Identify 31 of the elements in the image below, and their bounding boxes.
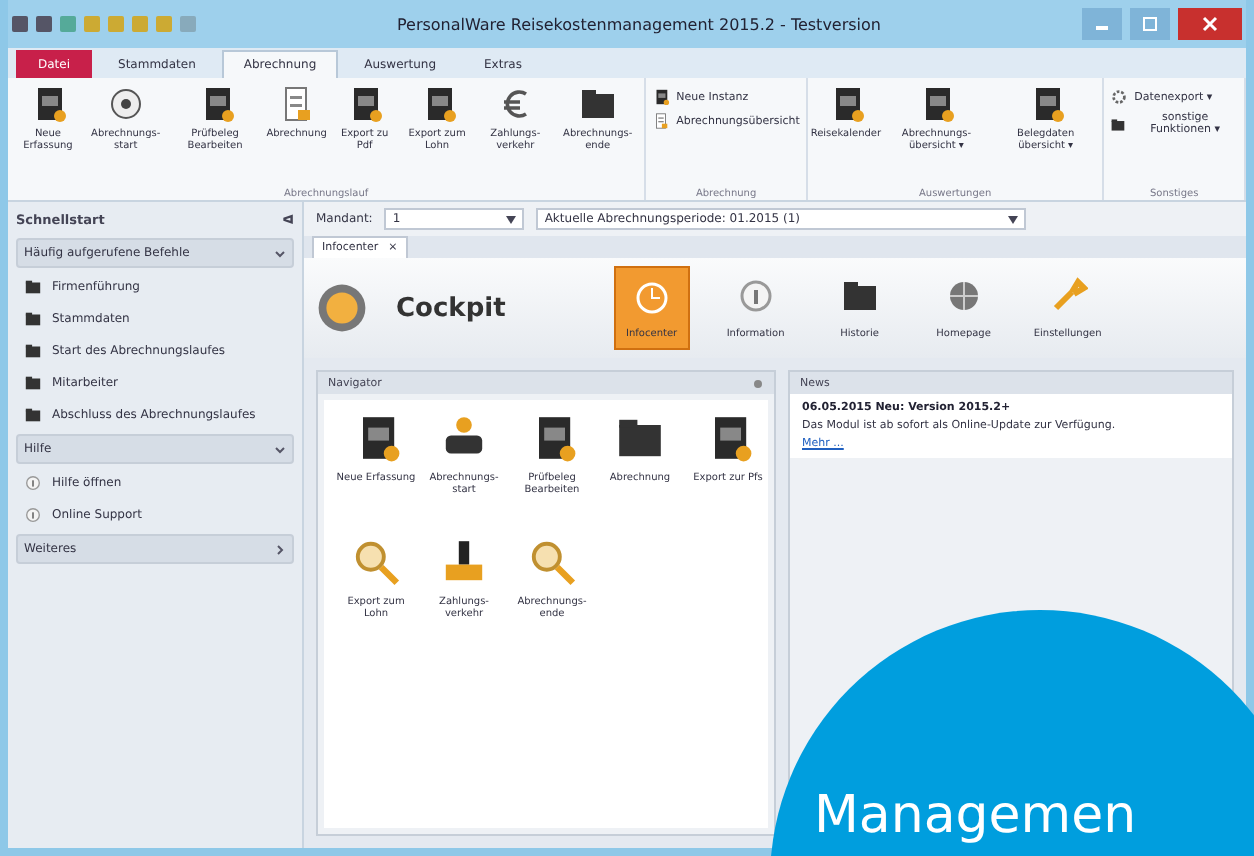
overlay-text: Managemen <box>814 786 1137 846</box>
magnifier-icon <box>350 536 402 588</box>
cockpit-logo-icon <box>316 282 368 334</box>
close-button[interactable] <box>1178 8 1242 40</box>
caret-icon <box>1008 215 1019 223</box>
maximize-icon <box>1142 16 1158 32</box>
chevron-icon <box>274 543 286 555</box>
clock-icon <box>631 277 672 317</box>
folder-icon <box>577 84 618 124</box>
caret-icon <box>506 215 517 223</box>
folder-icon <box>24 278 42 296</box>
folder-icon <box>24 406 42 424</box>
folder-icon <box>24 310 42 328</box>
folder-icon <box>24 374 42 392</box>
folder-icon <box>24 342 42 360</box>
window-title: PersonalWare Reisekostenmanagement 2015.2 - Testversion <box>394 15 883 33</box>
folder-icon <box>839 276 880 316</box>
list-icon <box>652 112 671 130</box>
close-icon <box>1202 16 1218 32</box>
target-icon <box>105 84 146 124</box>
minimize-button[interactable] <box>1082 8 1122 40</box>
info-icon <box>24 474 42 492</box>
chevron-icon <box>274 247 286 259</box>
magnifier-icon <box>526 536 578 588</box>
cockpit-title: Cockpit <box>396 293 506 323</box>
info-icon <box>24 506 42 524</box>
document-icon <box>652 88 671 106</box>
info-icon <box>735 276 776 316</box>
folder-icon <box>1110 115 1127 133</box>
chevron-icon <box>274 443 286 455</box>
maximize-button[interactable] <box>1130 8 1170 40</box>
